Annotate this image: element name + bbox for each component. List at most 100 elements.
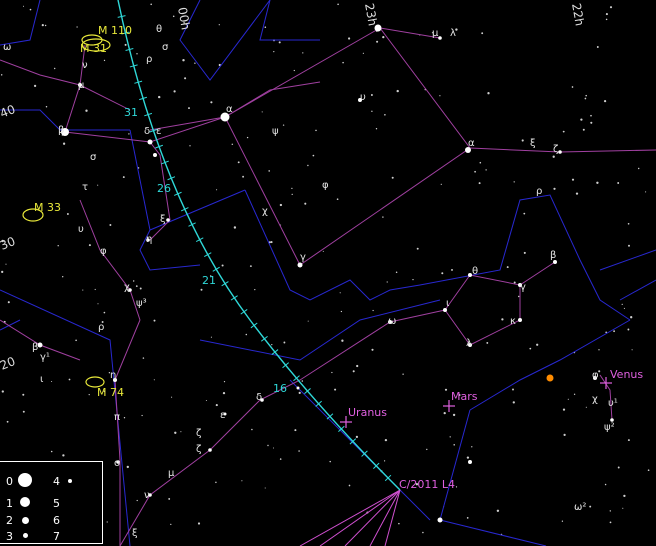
faint-star [218,24,220,26]
faint-star [426,448,428,451]
star-label: γ [520,282,526,293]
faint-star [279,203,283,207]
faint-star [271,343,273,346]
faint-star [22,393,25,396]
faint-star [348,37,351,40]
faint-star [356,364,359,368]
path-tick [221,281,229,287]
star-label: τ [82,182,88,193]
m110-label: M 110 [98,24,132,37]
sun-marker[interactable] [546,374,554,382]
star-label: π [114,412,120,423]
faint-star [242,175,245,178]
faint-star [174,431,177,434]
faint-star [395,271,398,274]
faint-star [561,520,564,522]
star-label: α [468,138,475,149]
faint-star [617,466,620,469]
faint-star [322,250,324,252]
faint-star [512,388,514,391]
faint-star [294,429,297,432]
faint-star [291,187,293,190]
faint-star [622,507,624,509]
faint-star [304,202,307,205]
faint-star [97,184,99,186]
faint-star [609,510,612,512]
faint-star [261,111,263,113]
faint-star [334,388,337,391]
faint-star [307,320,309,322]
faint-star [630,316,633,319]
star-label: δ [256,392,262,403]
faint-star [221,264,224,267]
faint-star [153,319,156,322]
faint-star [443,411,446,415]
faint-star [141,414,143,417]
ra-label-23h: 23h [362,2,380,27]
faint-star [440,183,442,185]
faint-star [223,380,226,383]
faint-star [136,499,138,502]
faint-star [604,483,607,486]
faint-star [215,404,218,407]
faint-star [506,266,509,269]
star-label: λ [450,28,456,39]
path-tick [250,322,258,329]
faint-star [315,129,317,132]
faint-star [33,84,37,88]
star-label: σ [90,152,97,163]
faint-star [567,398,569,400]
faint-star [631,349,633,351]
star-label: ξ [160,214,166,225]
faint-star [487,92,490,95]
faint-star [184,77,187,80]
star-label: φ [592,370,599,381]
faint-star [609,6,613,9]
faint-star [267,444,269,447]
faint-star [264,487,266,489]
faint-star [486,341,489,344]
faint-star [382,216,384,218]
faint-star [233,226,237,229]
faint-star [605,13,608,16]
faint-star [329,460,331,463]
faint-star [94,288,96,291]
star-label: ψ³ [136,298,147,309]
faint-star [412,278,414,281]
faint-star [523,251,526,254]
star-label: o [114,458,120,469]
faint-star [279,458,282,460]
faint-star [478,182,481,185]
faint-star [337,3,339,6]
faint-star [471,446,473,448]
faint-star [76,26,78,28]
comet-tail [299,489,401,546]
dec-label-20: 20 [0,354,17,373]
star-label: θ [156,24,162,35]
faint-star [124,43,127,46]
faint-star [645,191,647,193]
faint-star [552,155,555,158]
faint-star [270,241,273,244]
faint-star [180,431,182,433]
faint-star [172,15,175,18]
faint-star [278,41,281,44]
faint-star [210,336,212,338]
day-mark-26: 26 [157,182,171,195]
faint-star [251,428,253,431]
faint-star [245,333,248,336]
star-label: ε [156,126,161,137]
faint-star [282,124,285,126]
star-label: ρ [536,186,542,197]
day-mark-31: 31 [124,106,138,119]
uranus-label: Uranus [348,406,387,419]
faint-star [617,182,620,184]
faint-star [291,193,293,196]
faint-star [51,380,53,383]
star-label: ψ² [604,422,615,433]
star-label: ρ [98,322,104,333]
star-label: κ [510,316,516,327]
star-label: ω [3,42,11,53]
star-label: μ [432,28,439,39]
faint-star [402,373,404,375]
